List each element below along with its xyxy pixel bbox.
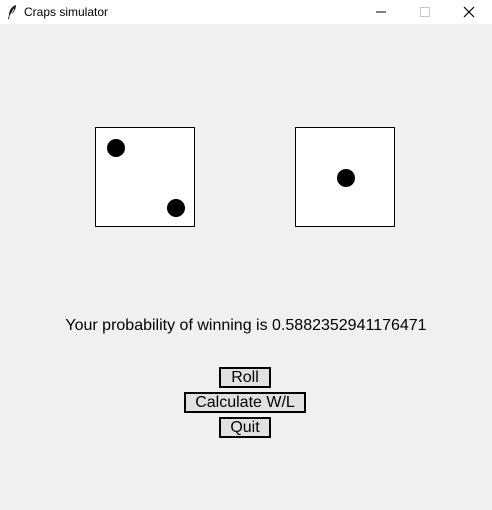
maximize-icon [420,7,430,17]
feather-icon [6,4,18,20]
die-pip [167,199,185,217]
maximize-button[interactable] [402,0,448,24]
probability-text: Your probability of winning is 0.5882352… [65,317,427,334]
calculate-wl-button[interactable]: Calculate W/L [184,392,306,413]
window-title: Craps simulator [24,5,109,19]
die-right [295,127,395,227]
app-window: Craps simulator Your probability of winn… [0,0,492,510]
die-pip [337,169,355,187]
close-button[interactable] [446,0,492,24]
roll-button[interactable]: Roll [219,367,271,388]
die-left [95,127,195,227]
die-pip [107,139,125,157]
title-bar[interactable]: Craps simulator [0,0,492,24]
die-left-face [107,139,185,217]
close-icon [463,6,475,18]
main-canvas: Your probability of winning is 0.5882352… [0,24,492,510]
minimize-button[interactable] [358,0,404,24]
die-right-face [337,169,355,187]
quit-button[interactable]: Quit [219,417,271,438]
minimize-icon [376,11,386,13]
